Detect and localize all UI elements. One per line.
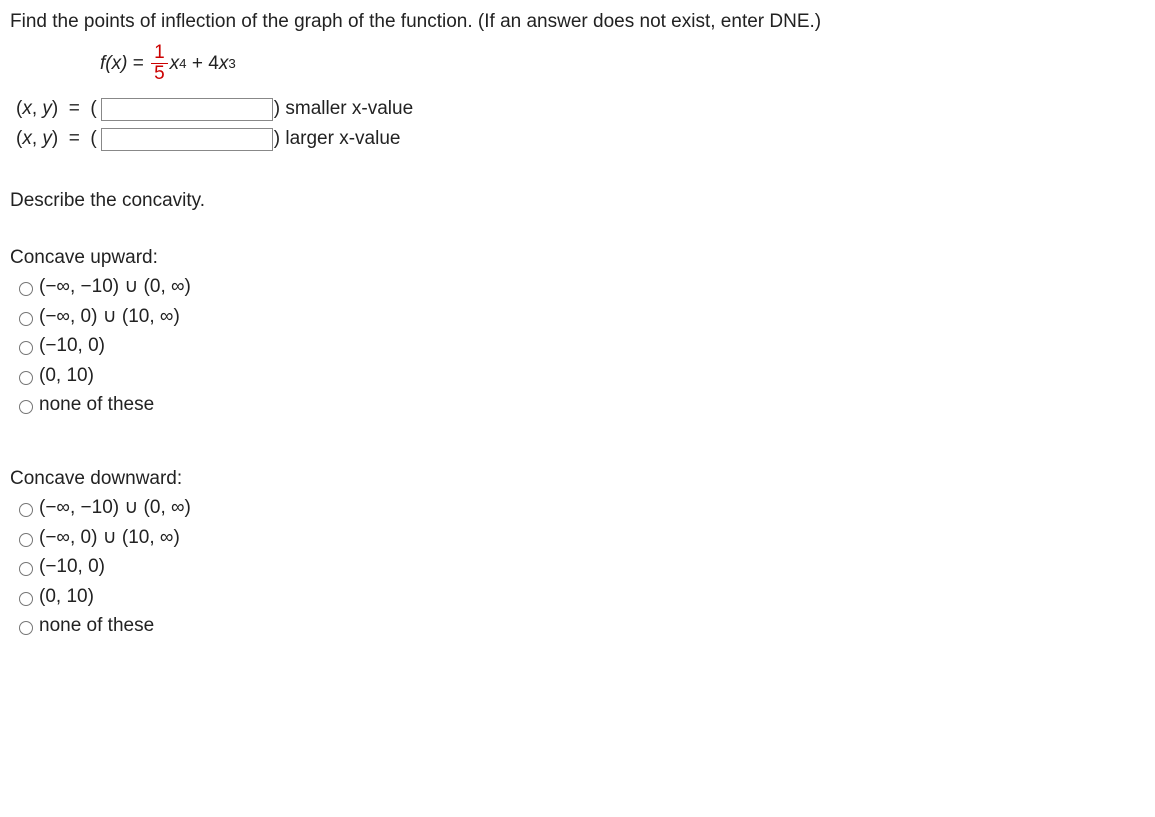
- concave-downward-label: Concave downward:: [10, 465, 1145, 494]
- row2-label: (x, y) = (: [16, 125, 97, 154]
- up-option-5[interactable]: none of these: [14, 391, 1145, 420]
- up-radio-2[interactable]: [19, 312, 33, 326]
- up-radio-3[interactable]: [19, 341, 33, 355]
- up-option-4[interactable]: (0, 10): [14, 362, 1145, 391]
- down-radio-3[interactable]: [19, 562, 33, 576]
- down-radio-1[interactable]: [19, 503, 33, 517]
- inflection-input-smaller[interactable]: [101, 98, 273, 121]
- down-option-1[interactable]: (−∞, −10) ∪ (0, ∞): [14, 494, 1145, 523]
- up-option-1[interactable]: (−∞, −10) ∪ (0, ∞): [14, 273, 1145, 302]
- up-option-2[interactable]: (−∞, 0) ∪ (10, ∞): [14, 303, 1145, 332]
- row2-after: ) larger x-value: [274, 125, 401, 154]
- up-radio-5[interactable]: [19, 400, 33, 414]
- up-radio-1[interactable]: [19, 282, 33, 296]
- fraction-one-fifth: 1 5: [151, 43, 168, 86]
- row1-after: ) smaller x-value: [274, 95, 413, 124]
- row1-label: (x, y) = (: [16, 95, 97, 124]
- down-radio-5[interactable]: [19, 621, 33, 635]
- inflection-point-row-2: (x, y) = ( ) larger x-value: [16, 125, 1145, 153]
- up-radio-4[interactable]: [19, 371, 33, 385]
- down-option-3[interactable]: (−10, 0): [14, 553, 1145, 582]
- down-option-4[interactable]: (0, 10): [14, 583, 1145, 612]
- down-option-5[interactable]: none of these: [14, 612, 1145, 641]
- concavity-heading: Describe the concavity.: [10, 187, 1145, 216]
- down-radio-2[interactable]: [19, 533, 33, 547]
- down-radio-4[interactable]: [19, 592, 33, 606]
- up-option-3[interactable]: (−10, 0): [14, 332, 1145, 361]
- question-text: Find the points of inflection of the gra…: [10, 8, 1145, 37]
- inflection-input-larger[interactable]: [101, 128, 273, 151]
- function-expression: f(x) = 1 5 x4 + 4 x3: [100, 43, 1145, 86]
- inflection-point-row-1: (x, y) = ( ) smaller x-value: [16, 95, 1145, 123]
- down-option-2[interactable]: (−∞, 0) ∪ (10, ∞): [14, 524, 1145, 553]
- concave-upward-label: Concave upward:: [10, 244, 1145, 273]
